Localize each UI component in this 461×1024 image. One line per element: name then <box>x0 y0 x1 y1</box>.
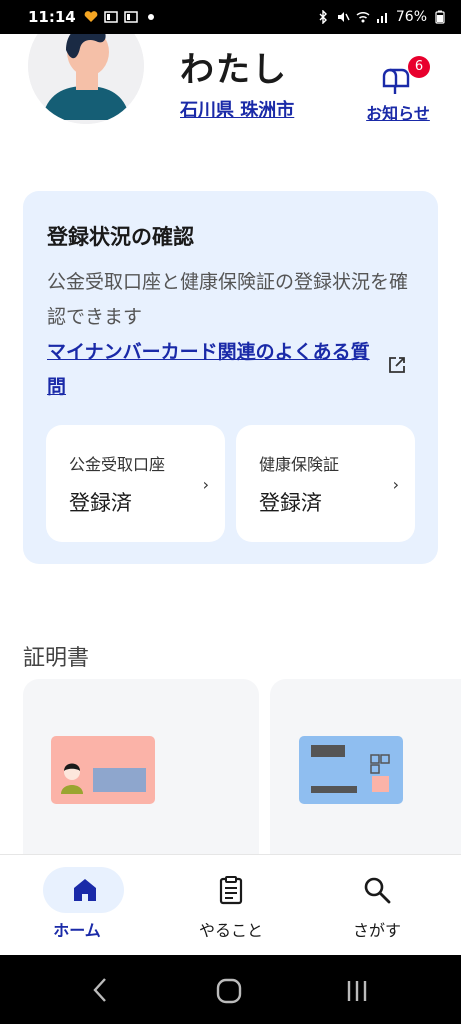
nav-search-label: さがす <box>352 921 401 940</box>
nav-todo-label: やること <box>198 921 263 940</box>
nav-todo[interactable]: やること <box>154 855 308 956</box>
home-icon <box>74 879 96 901</box>
certificate-card-my-number[interactable] <box>23 679 259 854</box>
search-icon <box>364 877 391 904</box>
status-time: 11:14 <box>28 8 76 26</box>
health-insurance-status-card[interactable]: 健康保険証 登録済 › <box>236 425 415 542</box>
profile-name: わたし <box>180 50 288 90</box>
health-insurance-label: 健康保険証 <box>259 455 340 474</box>
certificate-card-insurance[interactable] <box>270 679 461 854</box>
insurance-card-icon <box>299 736 403 804</box>
registration-status-card: 登録状況の確認 公金受取口座と健康保険証の登録状況を確認できます マイナンバーカ… <box>23 191 438 564</box>
faq-link[interactable]: マイナンバーカード関連のよくある質問 <box>47 335 387 405</box>
avatar[interactable] <box>28 34 144 124</box>
notice-count-badge: 6 <box>408 56 430 78</box>
home-content: わたし 石川県 珠洲市 6 お知らせ 登録状況の確認 公金受取口座と健康保険証の… <box>0 34 461 854</box>
home-circle-icon[interactable] <box>216 978 242 1004</box>
bottom-navigation: ホーム やること さがす <box>0 854 461 955</box>
chevron-right-icon: › <box>202 475 209 494</box>
news-icon <box>124 11 138 23</box>
notice-button[interactable]: 6 お知らせ <box>360 54 436 124</box>
person-avatar-icon <box>28 34 144 124</box>
news-icon <box>104 11 118 23</box>
clipboard-icon <box>219 876 243 905</box>
registration-description: 公金受取口座と健康保険証の登録状況を確認できます <box>47 271 409 328</box>
battery-icon <box>435 10 445 24</box>
notice-label: お知らせ <box>366 104 430 123</box>
id-card-icon <box>51 736 155 804</box>
signal-icon <box>376 13 387 23</box>
external-link-icon <box>389 357 405 373</box>
status-bar: 11:14 76% <box>0 0 461 34</box>
bank-account-value: 登録済 <box>69 491 132 515</box>
nav-search[interactable]: さがす <box>300 855 454 956</box>
carrier-heart-icon <box>84 11 98 22</box>
system-navigation-bar <box>0 955 461 1024</box>
recents-icon[interactable] <box>345 979 369 1003</box>
back-icon[interactable] <box>88 977 112 1003</box>
nav-home[interactable]: ホーム <box>0 855 154 956</box>
registration-title: 登録状況の確認 <box>47 225 194 249</box>
chevron-right-icon: › <box>392 475 399 494</box>
nav-home-label: ホーム <box>53 921 101 940</box>
health-insurance-value: 登録済 <box>259 491 322 515</box>
bank-account-label: 公金受取口座 <box>69 455 166 474</box>
profile-city-link[interactable]: 石川県 珠洲市 <box>180 96 294 122</box>
mute-icon <box>337 12 350 22</box>
battery-percent: 76% <box>395 9 427 25</box>
bluetooth-icon <box>319 10 327 24</box>
certificates-title: 証明書 <box>23 646 90 671</box>
wifi-icon <box>356 11 370 23</box>
dot-icon <box>147 14 154 20</box>
bank-account-status-card[interactable]: 公金受取口座 登録済 › <box>46 425 225 542</box>
